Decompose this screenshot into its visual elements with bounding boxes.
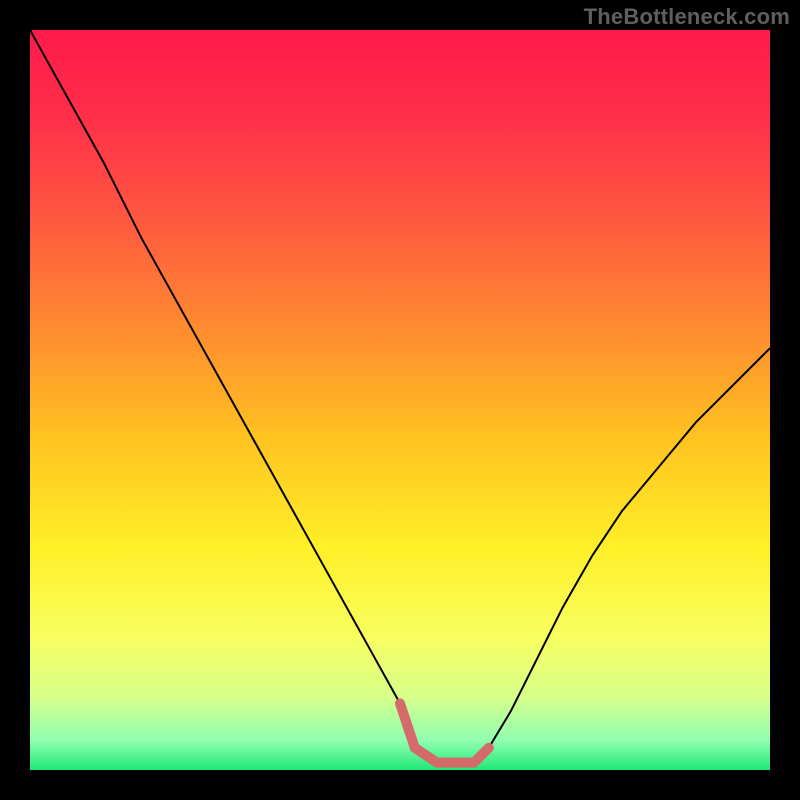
- bottleneck-chart: [30, 30, 770, 770]
- gradient-background: [30, 30, 770, 770]
- chart-frame: TheBottleneck.com: [0, 0, 800, 800]
- attribution-text: TheBottleneck.com: [584, 4, 790, 30]
